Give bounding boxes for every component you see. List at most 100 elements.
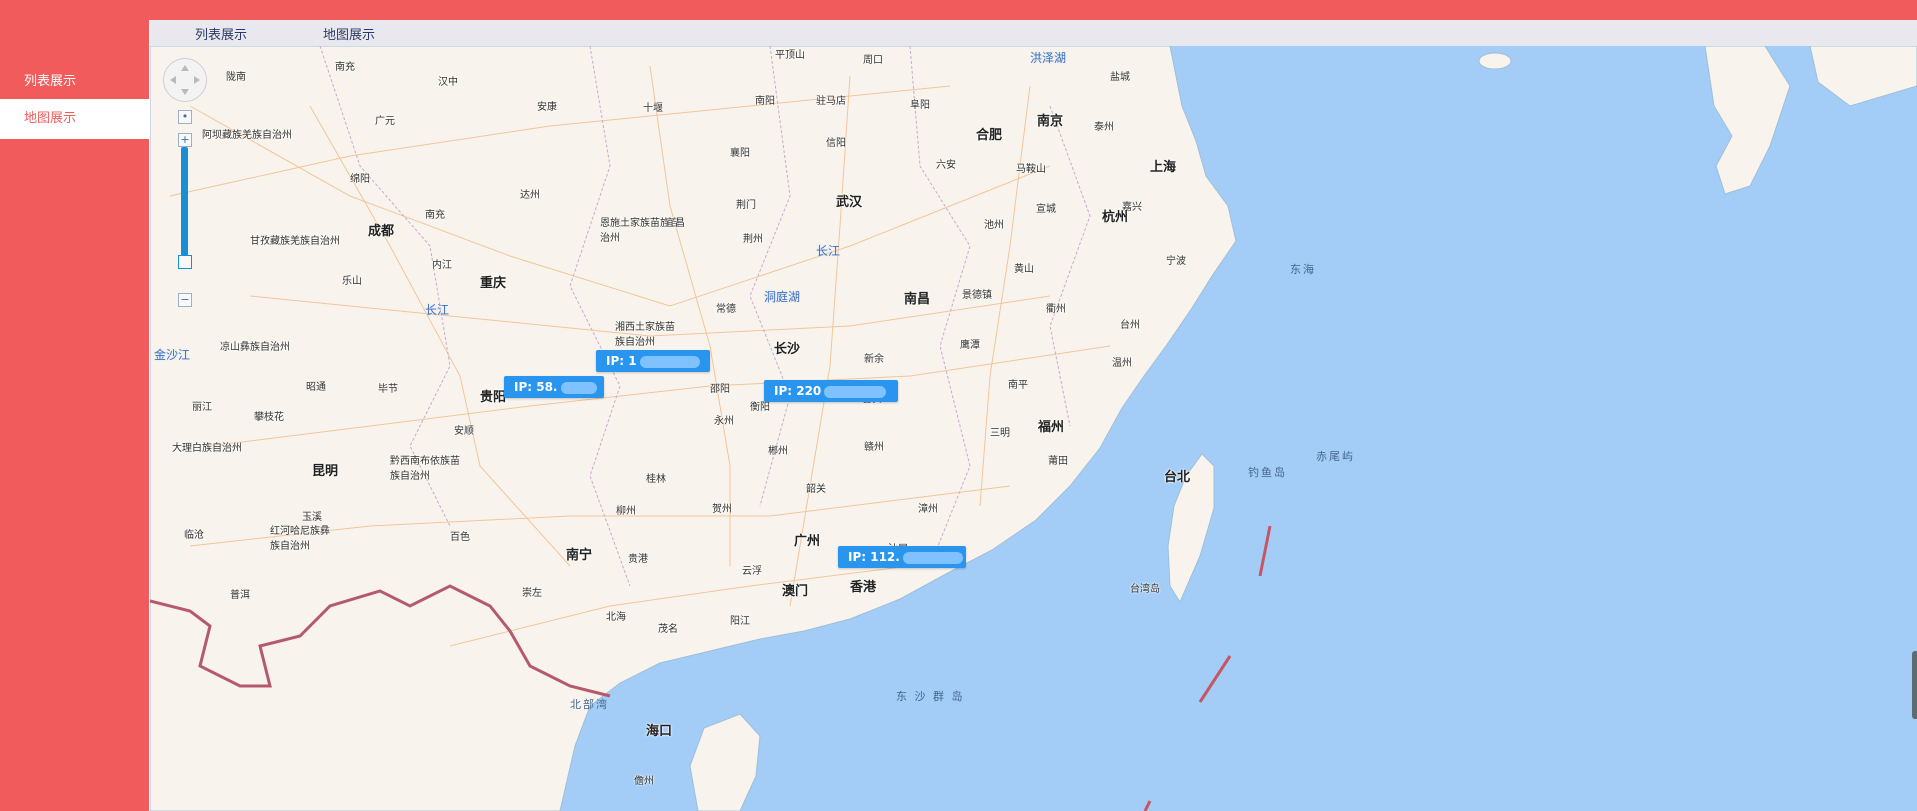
- city-label: 成都: [368, 224, 395, 239]
- city-label: 汉中: [438, 77, 458, 88]
- ip-marker-text: IP: 58.: [514, 380, 558, 394]
- city-label: 南京: [1037, 114, 1064, 129]
- city-label: 百色: [450, 532, 470, 543]
- pan-arrows-icon: [170, 65, 200, 95]
- city-label: 南充: [425, 210, 445, 221]
- city-label: 福州: [1038, 420, 1065, 435]
- city-label: 周口: [863, 55, 883, 66]
- zoom-in-button[interactable]: +: [178, 133, 192, 147]
- city-label: 台州: [1120, 320, 1140, 331]
- zoom-slider-handle[interactable]: [178, 255, 192, 269]
- scrollbar-handle[interactable]: [1912, 651, 1917, 719]
- city-label: 普洱: [230, 590, 250, 601]
- city-label: 南平: [1008, 380, 1028, 391]
- city-label: 宁波: [1166, 256, 1186, 267]
- city-label: 台北: [1164, 470, 1191, 485]
- city-label: 桂林: [646, 474, 666, 485]
- city-label: 赣州: [864, 442, 884, 453]
- city-label: 常德: [716, 304, 736, 315]
- city-label: 贺州: [712, 504, 732, 515]
- map-canvas[interactable]: 南充 汉中 安康 十堰 平顶山 周口 洪泽湖 盐城 陇南 阿坝藏族羌族自治州 广…: [150, 46, 1917, 811]
- city-label: 乐山: [342, 276, 362, 287]
- city-label: 临沧: [184, 530, 204, 541]
- city-label: 内江: [432, 260, 452, 271]
- city-label: 襄阳: [730, 148, 750, 159]
- ip-marker-label[interactable]: IP: 112.: [838, 546, 966, 568]
- sidebar-item-label: 地图展示: [24, 111, 77, 126]
- sidebar-item-map-view[interactable]: 地图展示: [0, 99, 149, 139]
- reset-view-button[interactable]: •: [178, 110, 192, 124]
- city-label: 崇左: [522, 588, 542, 599]
- city-label: 马鞍山: [1016, 164, 1046, 175]
- tab-label: 地图展示: [323, 28, 376, 43]
- city-label: 景德镇: [962, 290, 992, 301]
- city-label: 宣城: [1036, 204, 1056, 215]
- city-label: 漳州: [918, 504, 938, 515]
- city-label: 上海: [1150, 160, 1177, 175]
- city-label: 茂名: [658, 624, 678, 635]
- city-label: 安顺: [454, 426, 474, 437]
- city-label: 昭通: [306, 382, 326, 393]
- city-label: 红河哈尼族彝族自治州: [270, 526, 330, 552]
- water-label: 金沙江: [154, 348, 191, 362]
- ip-marker-label[interactable]: IP: 58.: [504, 376, 604, 398]
- city-label: 信阳: [826, 138, 846, 149]
- ip-marker-text: IP: 112.: [848, 550, 900, 564]
- city-label: 绵阳: [350, 174, 370, 185]
- ip-marker-text: IP: 220: [774, 384, 822, 398]
- sea-label: 钓鱼岛: [1248, 466, 1287, 479]
- redacted-blur: [902, 551, 963, 564]
- city-label: 云浮: [742, 566, 762, 577]
- city-label: 三明: [990, 428, 1010, 439]
- city-label: 毕节: [378, 384, 398, 395]
- city-label: 香港: [850, 580, 877, 595]
- city-label: 陇南: [226, 72, 246, 83]
- city-label: 长沙: [774, 342, 801, 357]
- zoom-slider-track[interactable]: [181, 147, 188, 260]
- city-label: 南充: [335, 62, 355, 73]
- city-label: 贵港: [628, 554, 648, 565]
- sidebar-item-list-view[interactable]: 列表展示: [0, 62, 149, 102]
- city-label: 南阳: [755, 96, 775, 107]
- city-label: 南宁: [566, 548, 593, 563]
- city-label: 柳州: [616, 506, 636, 517]
- water-label: 长江: [425, 303, 450, 317]
- city-label: 宜昌: [665, 218, 685, 229]
- redacted-blur: [639, 355, 700, 368]
- city-label: 温州: [1112, 358, 1132, 369]
- city-label: 玉溪: [302, 512, 322, 523]
- tab-label: 列表展示: [195, 28, 248, 43]
- city-label: 阜阳: [910, 100, 930, 111]
- city-label: 湘西土家族苗族自治州: [615, 322, 675, 348]
- sea-label: 东海: [1290, 263, 1316, 276]
- tab-list-view[interactable]: 列表展示: [195, 20, 247, 46]
- sidebar-item-label: 列表展示: [24, 74, 77, 89]
- zoom-out-button[interactable]: −: [178, 293, 192, 307]
- city-label: 阿坝藏族羌族自治州: [202, 130, 292, 141]
- ip-marker-label[interactable]: IP: 1: [596, 350, 710, 372]
- tab-map-view[interactable]: 地图展示: [323, 20, 375, 46]
- city-label: 广元: [375, 116, 395, 127]
- city-label: 驻马店: [816, 96, 846, 107]
- city-label: 合肥: [976, 128, 1003, 143]
- pan-compass-icon[interactable]: [163, 58, 207, 102]
- city-label: 六安: [936, 160, 956, 171]
- water-label: 洪泽湖: [1030, 51, 1067, 65]
- city-label: 鹰潭: [960, 340, 980, 351]
- city-label: 郴州: [768, 446, 788, 457]
- sea-label: 赤尾屿: [1316, 450, 1355, 463]
- sidebar: 列表展示 地图展示: [0, 20, 149, 811]
- city-label: 黔西南布依族苗族自治州: [390, 456, 460, 482]
- city-label: 重庆: [480, 276, 507, 291]
- water-label: 洞庭湖: [764, 290, 801, 304]
- city-label: 泰州: [1094, 122, 1114, 133]
- top-header-bar: [0, 0, 1917, 20]
- city-label: 永州: [714, 416, 734, 427]
- city-label: 邵阳: [710, 384, 730, 395]
- city-label: 平顶山: [775, 50, 805, 61]
- city-label: 荆门: [736, 200, 756, 211]
- ip-marker-label[interactable]: IP: 220: [764, 380, 898, 402]
- city-label: 杭州: [1102, 210, 1129, 225]
- city-label: 贵阳: [480, 390, 507, 405]
- city-label: 攀枝花: [254, 412, 284, 423]
